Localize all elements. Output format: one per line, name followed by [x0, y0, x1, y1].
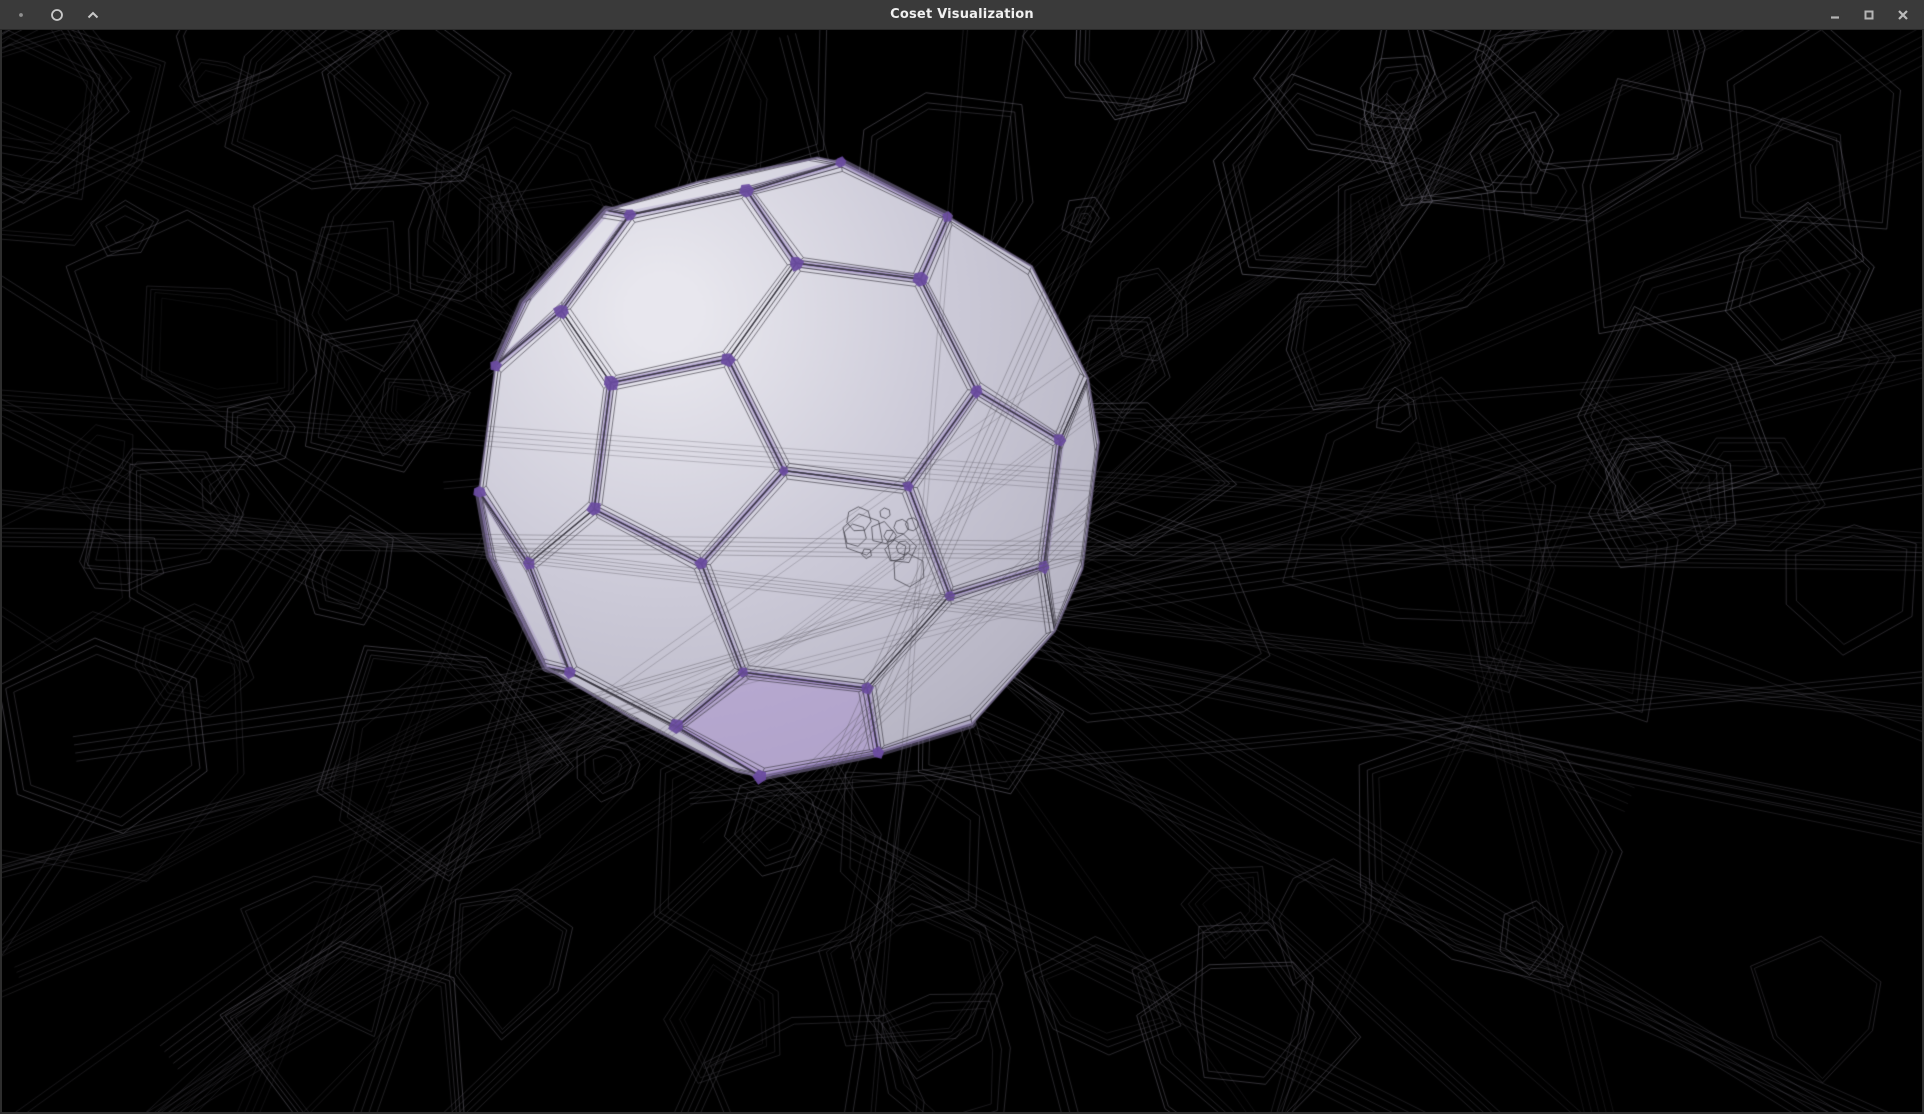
- titlebar-left-controls: [0, 0, 104, 29]
- titlebar[interactable]: Coset Visualization: [0, 0, 1924, 30]
- maximize-icon[interactable]: [1858, 4, 1880, 26]
- record-circle-icon[interactable]: [46, 4, 68, 26]
- window-title: Coset Visualization: [0, 0, 1924, 29]
- coset-3d-canvas[interactable]: [2, 30, 1922, 1112]
- viewport-3d: [2, 30, 1922, 1112]
- app-window: Coset Visualization: [0, 0, 1924, 1114]
- minimize-icon[interactable]: [1824, 4, 1846, 26]
- app-indicator-dot-icon[interactable]: [10, 4, 32, 26]
- chevron-up-icon[interactable]: [82, 4, 104, 26]
- titlebar-right-controls: [1824, 0, 1924, 29]
- close-icon[interactable]: [1892, 4, 1914, 26]
